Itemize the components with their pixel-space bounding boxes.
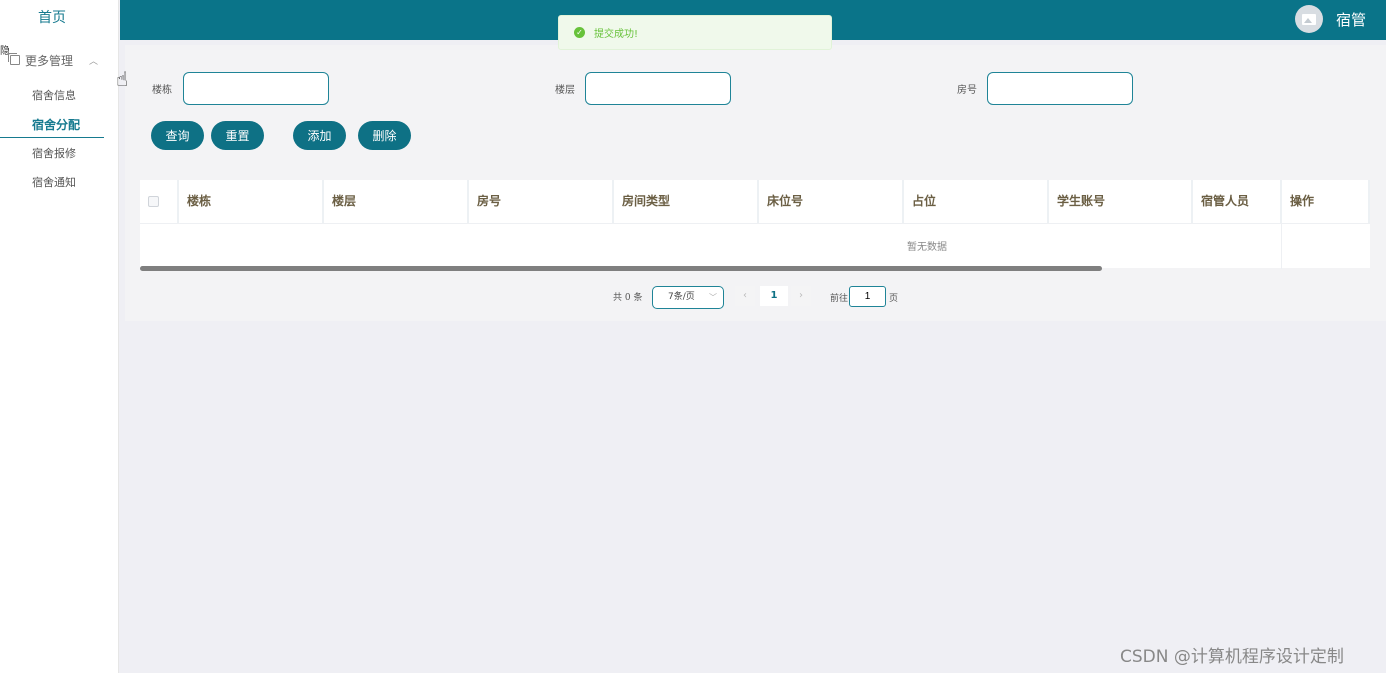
- floor-label: 楼层: [555, 85, 575, 96]
- table-body: [140, 223, 1370, 269]
- total-count: 共 0 条: [613, 293, 643, 303]
- page-unit-label: 页: [889, 294, 899, 304]
- page-size-select[interactable]: 7条/页 ﹀: [652, 286, 724, 309]
- add-button[interactable]: 添加: [293, 121, 346, 150]
- query-button[interactable]: 查询: [151, 121, 204, 150]
- column-header: 学生账号: [1049, 180, 1193, 223]
- sidebar-group-more-management[interactable]: 更多管理 ︿: [8, 50, 110, 70]
- column-header: 宿管人员: [1193, 180, 1282, 223]
- chevron-up-icon: ︿: [89, 56, 99, 67]
- select-all-cell: [140, 180, 179, 223]
- room-input[interactable]: [987, 72, 1133, 105]
- goto-page-input[interactable]: [849, 286, 886, 307]
- column-header: 楼层: [324, 180, 469, 223]
- column-header: 床位号: [759, 180, 904, 223]
- prev-page-button[interactable]: ‹: [735, 286, 755, 306]
- select-all-checkbox[interactable]: [148, 196, 159, 207]
- delete-button[interactable]: 删除: [358, 121, 411, 150]
- building-input[interactable]: [183, 72, 329, 105]
- sidebar-item-home[interactable]: 首页: [0, 0, 104, 36]
- copy-icon: [8, 53, 20, 65]
- check-circle-icon: ✓: [574, 27, 585, 38]
- toast-message: 提交成功!: [594, 29, 639, 40]
- watermark: CSDN @计算机程序设计定制: [1120, 647, 1344, 667]
- horizontal-scrollbar[interactable]: [140, 266, 1102, 271]
- page-number[interactable]: 1: [760, 286, 788, 306]
- sidebar-item-dorm-repair[interactable]: 宿舍报修: [0, 141, 104, 167]
- reset-button[interactable]: 重置: [211, 121, 264, 150]
- page-size-value: 7条/页: [668, 292, 695, 302]
- column-header: 操作: [1282, 180, 1370, 223]
- column-divider: [1281, 224, 1282, 269]
- user-name[interactable]: 宿管: [1336, 9, 1366, 30]
- sidebar: 首页 隐 更多管理 ︿ 宿舍信息 宿舍分配 宿舍报修 宿舍通知: [0, 0, 119, 673]
- building-label: 楼栋: [152, 85, 172, 96]
- avatar[interactable]: [1295, 5, 1323, 33]
- column-header: 楼栋: [179, 180, 324, 223]
- table-header: 楼栋 楼层 房号 房间类型 床位号 占位 学生账号 宿管人员 操作: [140, 180, 1370, 223]
- sidebar-item-dorm-notice[interactable]: 宿舍通知: [0, 170, 104, 196]
- sidebar-item-dorm-allocation[interactable]: 宿舍分配: [0, 112, 104, 138]
- chevron-down-icon: ﹀: [709, 293, 717, 302]
- empty-text: 暂无数据: [907, 242, 947, 253]
- room-label: 房号: [957, 85, 977, 96]
- floor-input[interactable]: [585, 72, 731, 105]
- goto-label: 前往: [830, 294, 849, 304]
- image-icon: [1302, 13, 1316, 25]
- hand-cursor-icon: ☝: [116, 67, 129, 91]
- sidebar-group-label: 更多管理: [25, 53, 74, 68]
- next-page-button[interactable]: ›: [791, 286, 811, 306]
- success-toast: ✓ 提交成功!: [558, 15, 832, 50]
- column-header: 占位: [904, 180, 1049, 223]
- sidebar-item-dorm-info[interactable]: 宿舍信息: [0, 83, 104, 109]
- column-header: 房号: [469, 180, 614, 223]
- column-header: 房间类型: [614, 180, 759, 223]
